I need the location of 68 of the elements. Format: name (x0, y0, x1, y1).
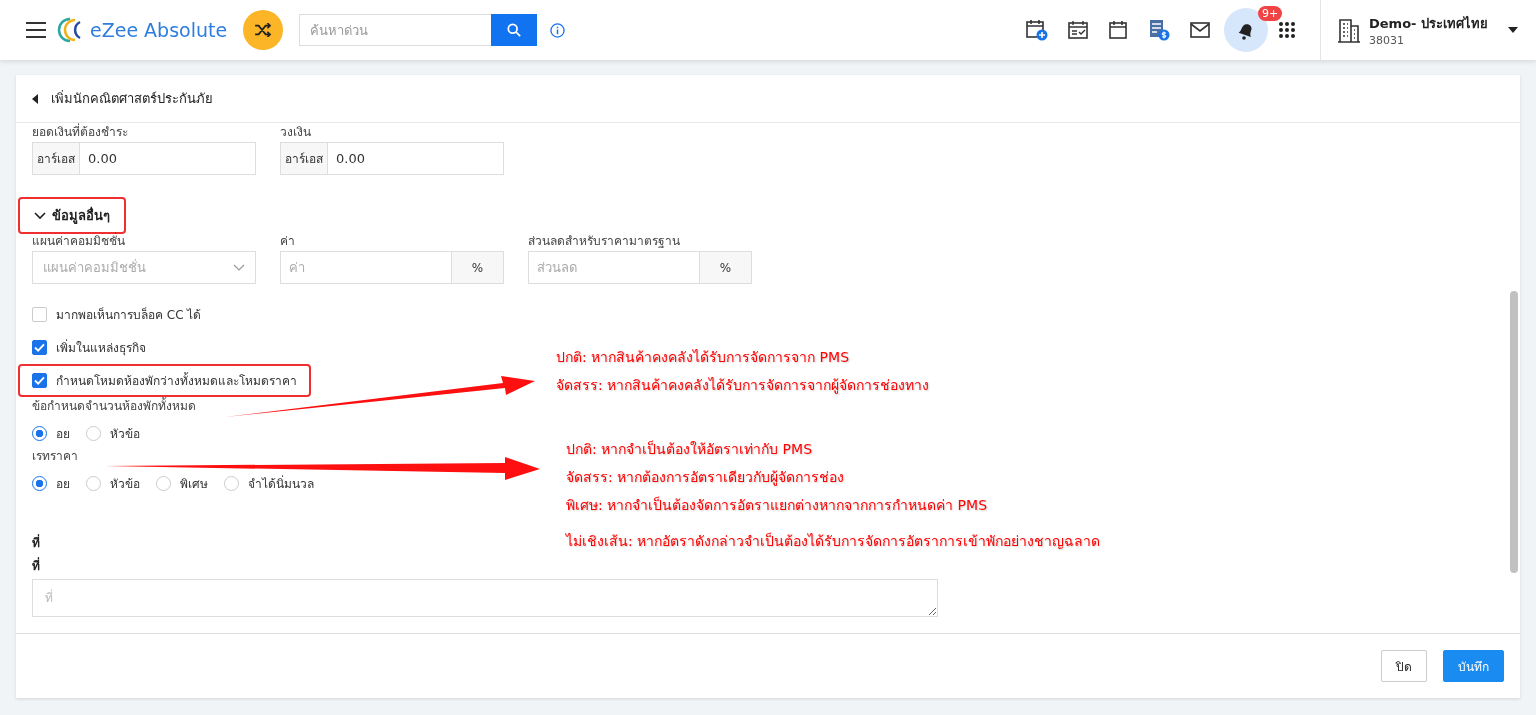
annotation-text: จัดสรร: หากสินค้าคงคลังได้รับการจัดการจากผู้จัดการช่องทาง (556, 376, 930, 395)
amount-field[interactable]: 0.00 (328, 142, 504, 175)
menu-icon[interactable] (26, 22, 46, 38)
field-label: วงเงิน (280, 125, 312, 139)
calendar-add-icon[interactable] (1026, 19, 1048, 41)
field-label: ค่า (280, 234, 296, 248)
invoice-icon[interactable] (1148, 19, 1170, 41)
field-label: แผนค่าคอมมิชชั่น (32, 234, 126, 248)
percent-field[interactable]: ค่า (280, 251, 452, 284)
checkbox[interactable] (32, 340, 47, 355)
currency-prefix: อาร์เอส (32, 142, 80, 175)
app-logo: eZee Absolute (90, 19, 228, 41)
building-icon (1337, 17, 1361, 43)
annotation-text: ปกติ: หากสินค้าคงคลังได้รับการจัดการจาก PMS (556, 348, 851, 367)
select-placeholder: แผนค่าคอมมิชชั่น (43, 258, 146, 277)
amount-field[interactable]: 0.00 (80, 142, 256, 175)
currency-prefix: อาร์เอส (280, 142, 328, 175)
radio-label: จำได้นิ่มนวล (248, 474, 314, 493)
notes-heading: ที่ (32, 533, 40, 552)
checkbox[interactable] (32, 373, 47, 388)
radio-button[interactable] (32, 426, 47, 441)
annotation-text: พิเศษ: หากจำเป็นต้องจัดการอัตราแยกต่างหากจากการกำหนดค่า PMS (566, 495, 989, 515)
checkbox-label: มากพอเห็นการบล็อค CC ได้ (56, 306, 202, 324)
back-icon[interactable] (32, 93, 38, 104)
save-button[interactable]: บันทึก (1443, 650, 1504, 682)
checkbox[interactable] (32, 307, 47, 322)
calendar-icon[interactable] (1108, 20, 1128, 40)
panel-title: เพิ่มนักคณิตศาสตร์ประกันภัย (51, 89, 213, 108)
checkbox-label: เพิ่มในแหล่งธุรกิจ (56, 338, 146, 357)
shuffle-icon (254, 23, 273, 37)
field-label: ยอดเงินที่ต้องชำระ (32, 125, 129, 139)
chevron-down-icon (233, 263, 245, 272)
checkbox-label: กำหนดโหมดห้องพักว่างทั้งหมดและโหมดราคา (56, 371, 297, 390)
annotation-text: จัดสรร: หากต้องการอัตราเดียวกับผู้จัดการช่อง (566, 468, 846, 487)
search-button[interactable] (491, 14, 538, 46)
radio-label: อย (56, 426, 70, 443)
check-icon (34, 343, 45, 352)
radio-label: อย (56, 476, 70, 493)
radio-group-label: ข้อกำหนดจำนวนห้องพักทั้งหมด (32, 399, 196, 413)
percent-suffix: % (452, 251, 504, 284)
caret-icon[interactable] (1508, 27, 1518, 33)
radio-label: พิเศษ (180, 476, 208, 493)
radio-label: หัวข้อ (110, 476, 140, 493)
property-name: Demo- ประเทศไทย (1369, 15, 1488, 33)
radio-button[interactable] (32, 476, 47, 491)
mail-icon[interactable] (1190, 22, 1210, 38)
notes-label: ที่ (32, 556, 40, 575)
field-label: ส่วนลดสำหรับราคามาตรฐาน (528, 234, 681, 248)
radio-label: หัวข้อ (110, 426, 140, 443)
property-id: 38031 (1369, 34, 1405, 47)
section-toggle[interactable]: ข้อมูลอื่นๆ (34, 205, 110, 226)
radio-group-label: เรทราคา (32, 449, 78, 463)
annotation-text: ปกติ: หากจำเป็นต้องให้อัตราเท่ากับ PMS (566, 439, 814, 459)
info-icon[interactable] (550, 22, 566, 38)
close-button[interactable]: ปิด (1381, 650, 1427, 682)
percent-field[interactable]: ส่วนลด (528, 251, 700, 284)
search-field[interactable]: ค้นหาด่วน (299, 14, 492, 46)
check-icon (34, 376, 45, 385)
calendar-check-icon[interactable] (1068, 20, 1088, 40)
notes-field[interactable]: ที่ (32, 579, 938, 617)
shuffle-button[interactable] (243, 10, 284, 50)
apps-grid-icon[interactable] (1278, 21, 1296, 39)
notification-badge: 9+ (1258, 6, 1283, 21)
scrollbar-thumb[interactable] (1510, 291, 1518, 573)
annotation-text: ไม่เชิงเส้น: หากอัตราดังกล่าวจำเป็นต้องได้รับการจัดการอัตราการเข้าพักอย่างชาญฉลาด (566, 531, 1101, 551)
percent-suffix: % (700, 251, 752, 284)
chevron-down-icon (34, 211, 46, 220)
search-icon (507, 23, 522, 37)
